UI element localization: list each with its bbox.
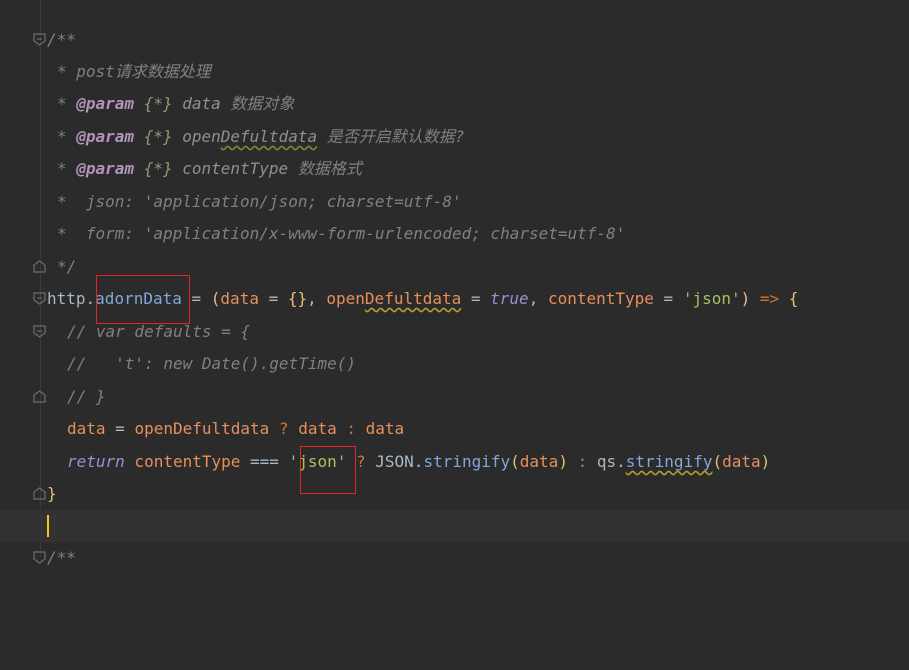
parameter: data (220, 289, 259, 308)
jsdoc-param-name: contentType (172, 159, 298, 178)
ternary-operator: : (567, 452, 597, 471)
text-caret (47, 515, 49, 537)
operator: = (258, 289, 288, 308)
keyword-return: return (67, 452, 125, 471)
code-line[interactable]: * post请求数据处理 (0, 56, 909, 88)
code-line[interactable]: * json: 'application/json; charset=utf-8… (0, 186, 909, 218)
comment-text: * json: 'application/json; charset=utf-8… (57, 192, 462, 211)
jsdoc-type: {*} (134, 159, 173, 178)
paren: ( (712, 452, 723, 471)
comment-text: // } (67, 387, 106, 406)
parameter: open (326, 289, 365, 308)
punctuation: . (413, 452, 424, 471)
fold-icon[interactable] (33, 292, 46, 305)
variable: data (365, 419, 405, 438)
fold-icon[interactable] (33, 325, 46, 338)
code-line[interactable]: return contentType === 'json' ? JSON.str… (0, 446, 909, 478)
code-line[interactable]: * form: 'application/x-www-form-urlencod… (0, 218, 909, 250)
punctuation: . (616, 452, 626, 471)
jsdoc-tag: @param (76, 94, 135, 113)
comment-text: /** (47, 548, 76, 567)
variable: openDefultdata (134, 419, 270, 438)
identifier: JSON (375, 452, 414, 471)
comment-star: * (57, 94, 77, 113)
operator: = (105, 419, 135, 438)
keyword: true (490, 289, 529, 308)
fold-icon[interactable] (33, 551, 46, 564)
comment-star: * (57, 127, 77, 146)
fold-end-icon[interactable] (33, 260, 46, 273)
parameter: contentType (547, 289, 654, 308)
code-line[interactable]: /** (0, 24, 909, 56)
code-line[interactable]: * @param {*} openDefultdata 是否开启默认数据? (0, 121, 909, 153)
jsdoc-description: 数据格式 (297, 159, 362, 178)
variable: data (298, 419, 337, 438)
comment-text: /** (47, 30, 76, 49)
highlight-box-adornData (96, 275, 190, 324)
jsdoc-param-name: open (172, 127, 221, 146)
comment-star: * (57, 159, 77, 178)
code-line[interactable]: // } (0, 381, 909, 413)
brace: {} (287, 289, 308, 308)
code-line[interactable]: * @param {*} data 数据对象 (0, 88, 909, 120)
identifier: http (47, 289, 86, 308)
highlight-box-json (300, 446, 356, 494)
code-line[interactable]: } (0, 478, 909, 510)
ternary-operator: ? (269, 419, 299, 438)
comment-text: // 't': new Date().getTime() (67, 354, 356, 373)
code-editor[interactable]: /** * post请求数据处理 * @param {*} data 数据对象 … (0, 0, 909, 567)
arrow-operator: => (750, 289, 789, 308)
fold-end-icon[interactable] (33, 487, 46, 500)
fold-end-icon[interactable] (33, 390, 46, 403)
code-line[interactable]: * @param {*} contentType 数据格式 (0, 153, 909, 185)
comment-text: * post (57, 62, 115, 81)
code-line[interactable]: // 't': new Date().getTime() (0, 348, 909, 380)
jsdoc-tag: @param (76, 127, 135, 146)
paren: ) (760, 452, 771, 471)
jsdoc-type: {*} (134, 127, 173, 146)
parameter-typo: Defultdata (364, 289, 462, 308)
paren: ) (558, 452, 568, 471)
variable: data (722, 452, 761, 471)
variable: data (67, 419, 106, 438)
jsdoc-tag: @param (76, 159, 135, 178)
brace: { (788, 289, 799, 308)
fold-icon[interactable] (33, 33, 46, 46)
paren: ( (210, 289, 221, 308)
punctuation: , (528, 289, 548, 308)
code-line[interactable]: data = openDefultdata ? data : data (0, 413, 909, 445)
method-name-typo: stringify (625, 452, 713, 471)
paren: ) (740, 289, 751, 308)
comment-text: * form: 'application/x-www-form-urlencod… (57, 224, 626, 243)
comment-text: */ (57, 257, 77, 276)
jsdoc-description: 是否开启默认数据? (317, 127, 465, 146)
jsdoc-type: {*} (134, 94, 173, 113)
comment-text: // var defaults = { (67, 322, 251, 341)
operator: === (240, 452, 289, 471)
brace: } (47, 484, 57, 503)
paren: ( (510, 452, 520, 471)
ternary-operator: : (336, 419, 366, 438)
method-name: stringify (423, 452, 511, 471)
jsdoc-description: 数据对象 (230, 94, 295, 113)
string-literal: 'json' (682, 289, 741, 308)
jsdoc-param-name: data (172, 94, 231, 113)
operator: = (653, 289, 683, 308)
comment-text: 请求数据处理 (114, 62, 211, 81)
code-line[interactable]: /** (0, 542, 909, 574)
variable: contentType (124, 452, 241, 471)
punctuation: . (85, 289, 96, 308)
variable: data (519, 452, 559, 471)
current-line[interactable] (0, 510, 909, 542)
punctuation: , (307, 289, 327, 308)
operator: = (461, 289, 491, 308)
identifier: qs (596, 452, 617, 471)
jsdoc-param-name-typo: Defultdata (220, 127, 318, 146)
